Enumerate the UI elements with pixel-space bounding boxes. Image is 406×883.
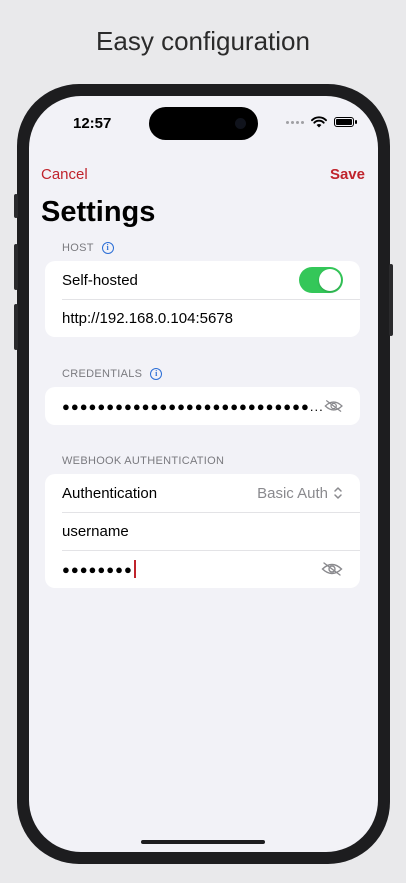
username-field[interactable]: username [45,512,360,550]
self-hosted-row: Self-hosted [45,261,360,299]
volume-up-button [14,244,18,290]
toggle-knob [319,269,341,291]
credentials-section-label: CREDENTIALS [62,368,143,380]
password-masked-value: ●●●●●●●● [62,561,133,577]
webhook-section-label: WEBHOOK AUTHENTICATION [62,455,225,467]
username-value: username [62,522,129,540]
chevron-up-down-icon [334,487,342,499]
app-screen: 12:57 Cancel Save Settings HOST i Self-h… [29,96,378,852]
home-indicator[interactable] [141,840,265,844]
credentials-masked-value: ●●●●●●●●●●●●●●●●●●●●●●●●●●●●... [62,398,324,414]
host-group: Self-hosted http://192.168.0.104:5678 [45,261,360,337]
info-icon[interactable]: i [150,368,163,380]
eye-slash-icon[interactable] [324,398,343,414]
mute-switch [14,194,18,218]
webhook-group: Authentication Basic Auth username ●●●●●… [45,474,360,588]
save-button[interactable]: Save [330,166,365,183]
phone-frame: 12:57 Cancel Save Settings HOST i Self-h… [14,84,393,864]
host-url-field[interactable]: http://192.168.0.104:5678 [45,299,360,337]
webhook-section-header: WEBHOOK AUTHENTICATION [62,455,224,467]
host-section-header: HOST i [62,242,114,254]
status-time: 12:57 [73,115,112,132]
authentication-label: Authentication [62,484,158,502]
battery-icon [334,117,357,127]
cancel-button[interactable]: Cancel [41,166,88,183]
signal-dots-icon [286,120,304,124]
eye-slash-icon[interactable] [321,561,343,577]
credentials-group: ●●●●●●●●●●●●●●●●●●●●●●●●●●●●... [45,387,360,425]
headline: Easy configuration [96,26,310,56]
page-title: Settings [41,196,156,228]
credentials-section-header: CREDENTIALS i [62,368,163,380]
camera-icon [235,118,246,129]
text-cursor [133,560,136,578]
self-hosted-toggle[interactable] [299,267,343,293]
credentials-field[interactable]: ●●●●●●●●●●●●●●●●●●●●●●●●●●●●... [45,387,360,425]
password-field[interactable]: ●●●●●●●● [45,550,360,588]
self-hosted-label: Self-hosted [62,271,138,289]
authentication-row[interactable]: Authentication Basic Auth [45,474,360,512]
status-icons [286,116,357,128]
info-icon[interactable]: i [101,242,114,254]
volume-down-button [14,304,18,350]
host-section-label: HOST [62,242,94,254]
host-url-value: http://192.168.0.104:5678 [62,309,233,327]
wifi-icon [311,116,327,128]
authentication-value[interactable]: Basic Auth [257,485,328,502]
power-button [389,264,393,336]
dynamic-island [149,107,258,140]
